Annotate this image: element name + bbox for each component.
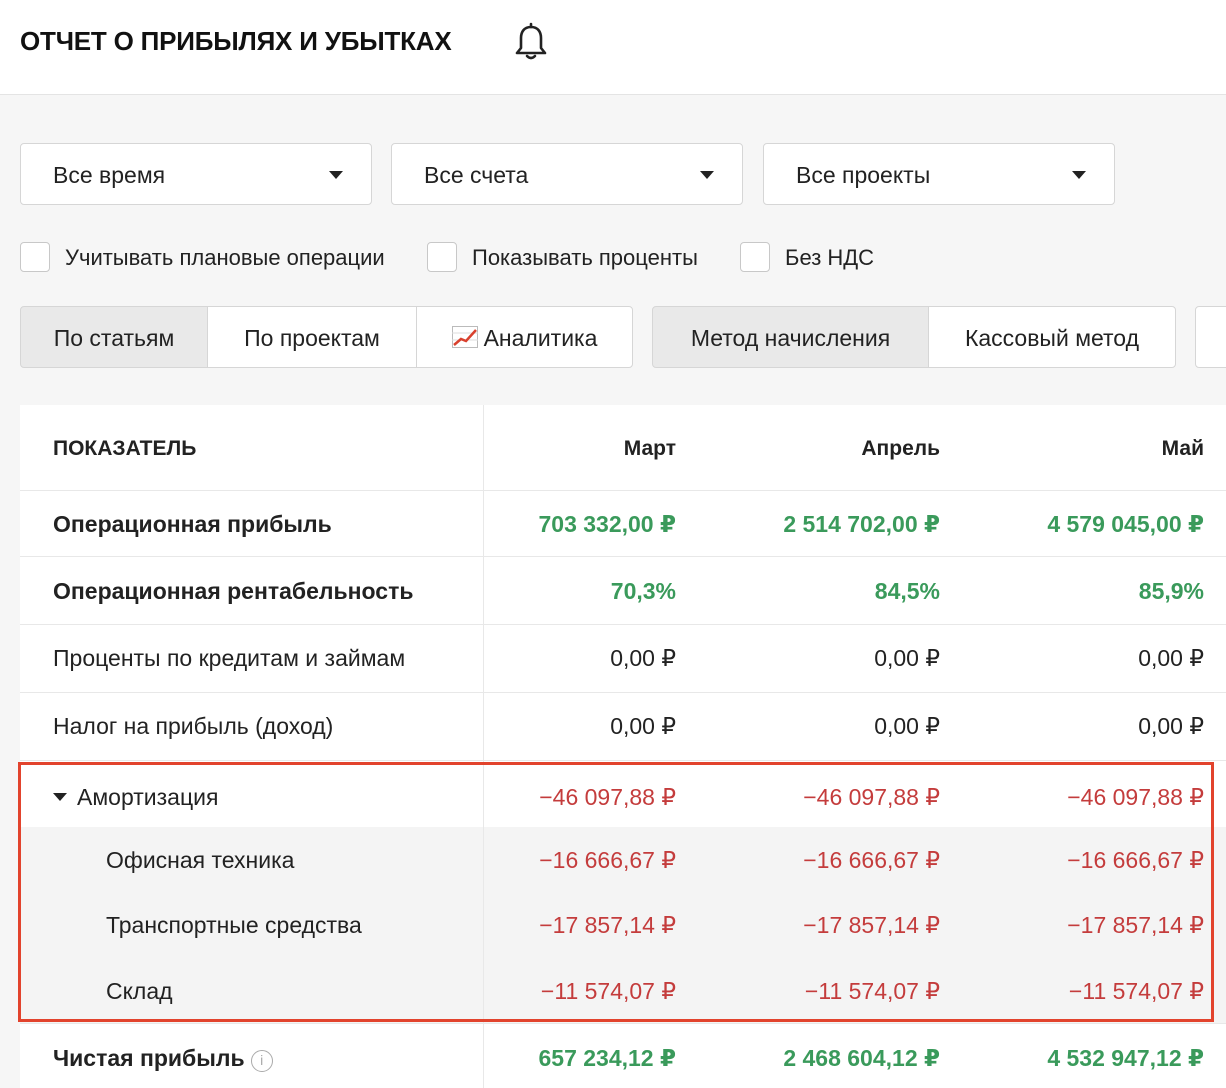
tab-label: Метод начисления — [690, 325, 891, 351]
tab-analytics-content: Аналитика — [417, 325, 632, 352]
cell-value: 703 332,00 ₽ — [538, 511, 676, 537]
cell-value: 4 579 045,00 ₽ — [1047, 511, 1204, 537]
cell-value: 0,00 ₽ — [610, 645, 676, 671]
table-row-expandable[interactable]: Амортизация −46 097,88 ₽ −46 097,88 ₽ −4… — [20, 761, 1226, 827]
tab-accrual-method[interactable]: Метод начисления — [652, 306, 929, 368]
table-subrow: Склад −11 574,07 ₽ −11 574,07 ₽ −11 574,… — [20, 958, 1226, 1024]
column-header: Апрель — [861, 437, 940, 460]
row-label: Операционная прибыль — [53, 511, 332, 537]
page-title: ОТЧЕТ О ПРИБЫЛЯХ И УБЫТКАХ — [20, 26, 452, 56]
chevron-down-icon — [1072, 171, 1086, 179]
checkbox-label: Показывать проценты — [472, 245, 698, 270]
cell-value: −17 857,14 ₽ — [1067, 912, 1204, 938]
accounts-select[interactable]: Все счета — [391, 143, 743, 205]
cell-value: −11 574,07 ₽ — [804, 978, 940, 1004]
row-label: Налог на прибыль (доход) — [53, 713, 334, 739]
cell-value: −16 666,67 ₽ — [539, 847, 676, 873]
chevron-down-icon — [700, 171, 714, 179]
info-icon[interactable]: i — [250, 1050, 273, 1072]
cell-value: 84,5% — [874, 578, 940, 604]
tab-label: По проектам — [244, 325, 380, 351]
tab-cash-method[interactable]: Кассовый метод — [928, 306, 1176, 368]
planned-operations-checkbox[interactable]: Учитывать плановые операции — [20, 242, 400, 274]
cell-value: 0,00 ₽ — [874, 713, 940, 739]
checkbox-box[interactable] — [427, 242, 457, 272]
cell-value: −16 666,67 ₽ — [1067, 847, 1204, 873]
bell-icon[interactable] — [512, 22, 550, 62]
table-row: Проценты по кредитам и займам 0,00 ₽ 0,0… — [20, 625, 1226, 693]
cell-value: −46 097,88 ₽ — [1067, 784, 1204, 810]
tab-label: По статьям — [53, 325, 175, 351]
cell-value: 2 468 604,12 ₽ — [783, 1045, 940, 1071]
cell-value: 657 234,12 ₽ — [538, 1045, 676, 1071]
cell-value: −16 666,67 ₽ — [803, 847, 940, 873]
cell-value: 0,00 ₽ — [610, 713, 676, 739]
cell-value: −46 097,88 ₽ — [803, 784, 940, 810]
no-vat-checkbox[interactable]: Без НДС — [740, 242, 890, 274]
tab-by-items[interactable]: По статьям — [20, 306, 208, 368]
cell-value: 0,00 ₽ — [1138, 645, 1204, 671]
row-label: Склад — [106, 978, 173, 1004]
period-select[interactable]: Все время — [20, 143, 372, 205]
tab-label: Кассовый метод — [964, 325, 1140, 351]
row-label: Проценты по кредитам и займам — [53, 645, 406, 671]
cell-value: −11 574,07 ₽ — [1068, 978, 1204, 1004]
chart-line-icon — [451, 326, 478, 348]
cell-value: 4 532 947,12 ₽ — [1047, 1045, 1204, 1071]
column-divider — [483, 405, 484, 1088]
column-header: ПОКАЗАТЕЛЬ — [53, 437, 197, 460]
table-header-row: ПОКАЗАТЕЛЬ Март Апрель Май — [20, 405, 1226, 491]
cell-value: 85,9% — [1138, 578, 1204, 604]
column-header: Март — [623, 437, 676, 460]
checkbox-label: Учитывать плановые операции — [65, 245, 385, 270]
row-label: Операционная рентабельность — [53, 578, 414, 604]
cell-value: 0,00 ₽ — [1138, 713, 1204, 739]
table-subrow: Транспортные средства −17 857,14 ₽ −17 8… — [20, 892, 1226, 958]
cell-value: −17 857,14 ₽ — [539, 912, 676, 938]
row-label-text: Чистая прибыль — [53, 1045, 245, 1071]
period-select-value: Все время — [53, 162, 166, 188]
row-label: Транспортные средства — [106, 912, 362, 938]
chevron-down-icon — [329, 171, 343, 179]
checkbox-box[interactable] — [740, 242, 770, 272]
accounts-select-value: Все счета — [424, 162, 529, 188]
tab-analytics[interactable]: Аналитика — [416, 306, 633, 368]
table-row: Налог на прибыль (доход) 0,00 ₽ 0,00 ₽ 0… — [20, 693, 1226, 761]
row-label[interactable]: Амортизация — [53, 784, 218, 811]
checkbox-box[interactable] — [20, 242, 50, 272]
row-label: Чистая прибыль i — [53, 1045, 273, 1072]
row-label-text: Амортизация — [77, 784, 219, 810]
cell-value: −17 857,14 ₽ — [803, 912, 940, 938]
cell-value: 0,00 ₽ — [874, 645, 940, 671]
show-percent-checkbox[interactable]: Показывать проценты — [427, 242, 717, 274]
projects-select-value: Все проекты — [796, 162, 931, 188]
table-row: Чистая прибыль i 657 234,12 ₽ 2 468 604,1… — [20, 1024, 1226, 1088]
projects-select[interactable]: Все проекты — [763, 143, 1115, 205]
tab-label: Аналитика — [483, 325, 598, 351]
tab-by-projects[interactable]: По проектам — [207, 306, 417, 368]
column-header: Май — [1161, 437, 1204, 460]
chevron-down-icon[interactable] — [53, 793, 67, 801]
tab-more[interactable] — [1195, 306, 1226, 368]
table-subrow: Офисная техника −16 666,67 ₽ −16 666,67 … — [20, 827, 1226, 892]
cell-value: −46 097,88 ₽ — [539, 784, 676, 810]
table-row: Операционная рентабельность 70,3% 84,5% … — [20, 557, 1226, 625]
cell-value: −11 574,07 ₽ — [540, 978, 676, 1004]
row-label: Офисная техника — [106, 847, 295, 873]
checkbox-label: Без НДС — [785, 245, 875, 270]
table-row: Операционная прибыль 703 332,00 ₽ 2 514 … — [20, 491, 1226, 557]
cell-value: 2 514 702,00 ₽ — [783, 511, 940, 537]
pnl-table: ПОКАЗАТЕЛЬ Март Апрель Май Операционная … — [20, 405, 1226, 1088]
cell-value: 70,3% — [610, 578, 676, 604]
top-bar: ОТЧЕТ О ПРИБЫЛЯХ И УБЫТКАХ — [0, 0, 1226, 95]
